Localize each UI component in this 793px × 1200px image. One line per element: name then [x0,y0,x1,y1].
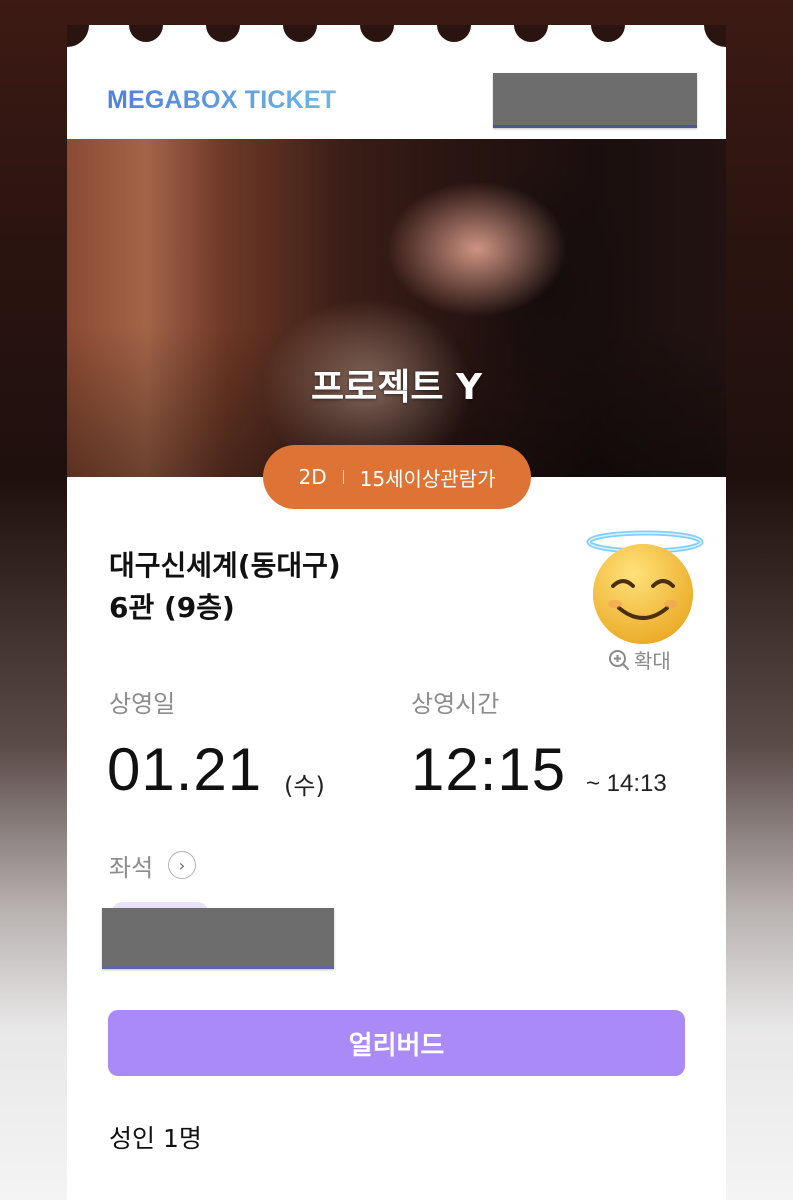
movie-poster: 프로젝트 Y [67,139,726,477]
redacted-block [493,73,697,128]
ticket-corner-cutout [67,25,89,47]
start-time: 12:15 [411,736,567,803]
redacted-seat-block [102,908,334,969]
smiling-halo-emoji-icon [586,530,704,644]
theater-name: 대구신세계(동대구) [109,549,341,582]
theater-info: 대구신세계(동대구) 6관 (9층) [109,545,341,629]
ticket-card: MEGABOX TICKET 프로젝트 Y 2D 15세이상관람가 대구신세계(… [67,25,726,1200]
ticket-notch [283,25,317,42]
ticket-notch [514,25,548,42]
early-bird-button[interactable]: 얼리버드 [108,1010,685,1076]
end-time: ~ 14:13 [586,770,667,797]
chevron-right-icon: › [178,855,186,875]
format-label: 2D [298,465,327,489]
date-label: 상영일 [109,690,176,718]
poster-shade [67,139,726,477]
badge-divider [342,470,344,484]
ticket-count: 성인 1명 [109,1124,202,1153]
ticket-notch [206,25,240,42]
ticket-notch [129,25,163,42]
ticket-notch [360,25,394,42]
theater-hall: 6관 (9층) [109,591,235,624]
format-rating-badge: 2D 15세이상관람가 [263,445,531,509]
zoom-in-icon [609,649,629,670]
ticket-corner-cutout [704,25,726,47]
movie-title: 프로젝트 Y [310,367,483,408]
show-date: 01.21 [107,736,263,803]
seat-label: 좌석 [109,854,154,882]
brand-logo: MEGABOX TICKET [107,86,337,114]
time-label: 상영시간 [411,690,500,718]
ticket-notch [437,25,471,42]
zoom-button[interactable]: 확대 [608,645,671,674]
seat-detail-button[interactable]: › [168,851,196,879]
day-of-week: (수) [284,772,325,800]
rating-label: 15세이상관람가 [359,466,496,491]
ticket-notch [591,25,625,42]
zoom-label: 확대 [634,649,671,673]
